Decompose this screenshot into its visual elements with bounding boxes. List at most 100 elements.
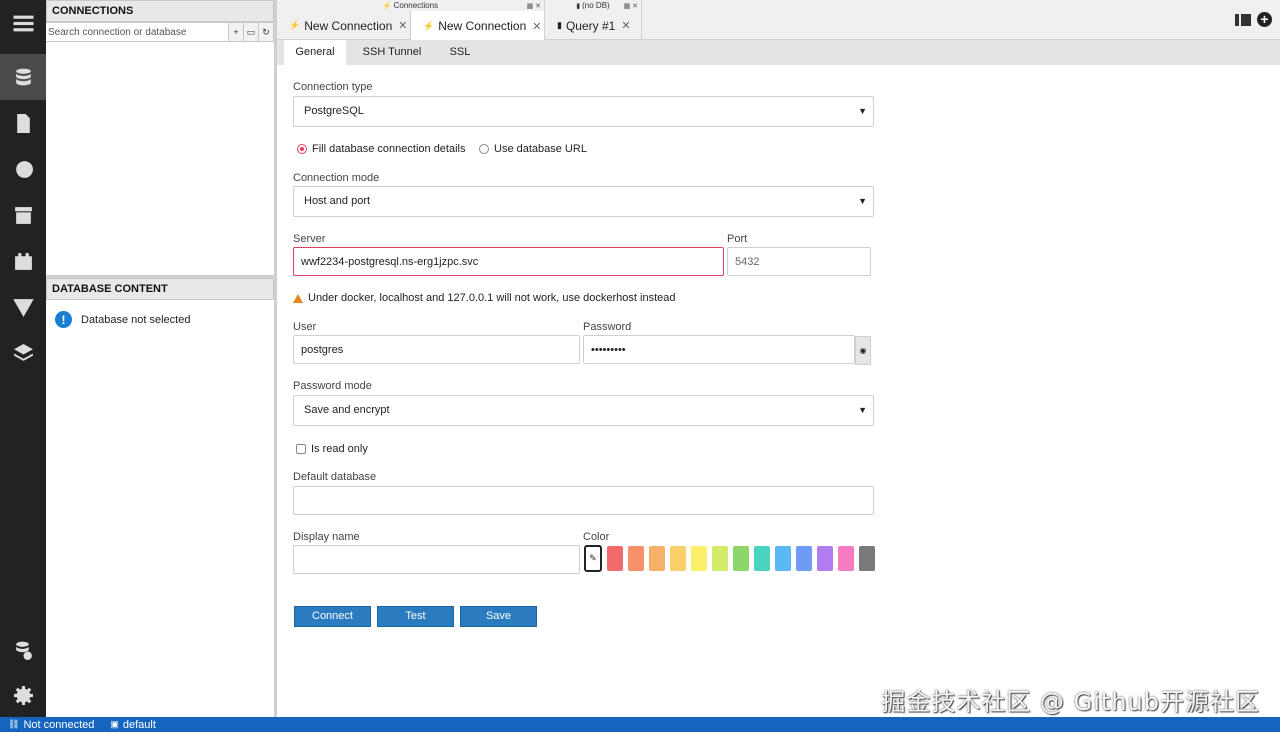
color-swatch-11[interactable] <box>817 546 833 571</box>
color-swatch-6[interactable] <box>712 546 728 571</box>
color-swatch-7[interactable] <box>733 546 749 571</box>
close-icon[interactable]: ✕ <box>532 20 541 33</box>
color-swatch-12[interactable] <box>838 546 854 571</box>
chevron-down-icon: ▼ <box>858 405 867 415</box>
default-database-label: Default database <box>293 471 377 483</box>
status-bar: ⛓ Not connected ▣ default <box>0 717 1280 732</box>
connection-type-label: Connection type <box>293 81 373 93</box>
connection-status-icon: ⛓ <box>8 719 20 729</box>
test-button[interactable]: Test <box>377 606 454 627</box>
user-input[interactable] <box>293 335 580 364</box>
tab-group-label: (no DB) <box>582 1 610 10</box>
tab-ssh-tunnel[interactable]: SSH Tunnel <box>351 40 433 65</box>
warning-icon <box>293 293 303 303</box>
connection-status[interactable]: ⛓ Not connected <box>8 719 94 731</box>
tab-label: Query #1 <box>565 18 616 33</box>
connection-mode-select[interactable]: Host and port ▼ <box>293 186 874 217</box>
read-only-label: Is read only <box>311 443 368 455</box>
archive-icon[interactable] <box>0 192 46 238</box>
server-input[interactable] <box>293 247 724 276</box>
new-folder-icon[interactable]: ▭ <box>244 22 259 42</box>
history-icon[interactable] <box>0 146 46 192</box>
connection-type-select[interactable]: PostgreSQL ▼ <box>293 96 874 127</box>
radio-selected-icon[interactable] <box>297 144 307 154</box>
filter-icon[interactable] <box>0 284 46 330</box>
database-info-text: Database not selected <box>81 313 191 326</box>
plug-icon: ⚡ <box>382 2 392 10</box>
tab-label: New Connection <box>304 18 393 33</box>
connections-list[interactable] <box>46 43 274 275</box>
tab-group-controls-icon[interactable]: ▦ ✕ <box>527 2 541 10</box>
tab-query-1[interactable]: ▮ Query #1 ✕ <box>545 11 642 40</box>
connection-type-value: PostgreSQL <box>304 105 364 117</box>
server-label: Server <box>293 233 326 245</box>
database-content-title: DATABASE CONTENT <box>46 278 274 300</box>
read-only-checkbox[interactable] <box>296 444 306 454</box>
activity-bar <box>0 0 46 717</box>
show-password-eye-icon[interactable]: ◉ <box>855 336 871 365</box>
tab-group-connections[interactable]: ⚡ Connections ▦ ✕ <box>277 0 545 11</box>
color-swatch-13[interactable] <box>859 546 875 571</box>
radio-fill-details[interactable]: Fill database connection details <box>297 143 465 155</box>
tab-group-label: Connections <box>393 1 439 10</box>
radio-database-url[interactable]: Use database URL <box>479 143 587 155</box>
chevron-down-icon: ▼ <box>858 106 867 116</box>
database-status[interactable]: ▣ default <box>110 719 156 731</box>
tab-ssl[interactable]: SSL <box>437 40 483 65</box>
color-swatch-5[interactable] <box>691 546 707 571</box>
color-swatch-3[interactable] <box>649 546 665 571</box>
display-name-input[interactable] <box>293 545 580 574</box>
database-icon[interactable] <box>0 54 46 100</box>
read-only-checkbox-row[interactable]: Is read only <box>296 443 368 455</box>
tab-group-no-db[interactable]: ▮ (no DB) ▦ ✕ <box>545 0 642 11</box>
layers-icon[interactable] <box>0 330 46 376</box>
display-name-label: Display name <box>293 531 360 543</box>
plugins-icon[interactable] <box>0 238 46 284</box>
connection-status-text: Not connected <box>23 718 95 731</box>
tab-general[interactable]: General <box>284 40 346 65</box>
password-mode-select[interactable]: Save and encrypt ▼ <box>293 395 874 426</box>
color-swatch-9[interactable] <box>775 546 791 571</box>
default-database-input[interactable] <box>293 486 874 515</box>
radio-fill-label: Fill database connection details <box>312 143 466 155</box>
settings-gear-icon[interactable] <box>0 672 46 718</box>
color-swatch-1[interactable] <box>607 546 623 571</box>
info-icon: ! <box>55 311 72 328</box>
database-status-icon: ▣ <box>110 719 119 729</box>
color-swatch-8[interactable] <box>754 546 770 571</box>
radio-unselected-icon[interactable] <box>479 144 489 154</box>
file-icon[interactable] <box>0 100 46 146</box>
layout-toggle-icon[interactable] <box>1235 13 1251 26</box>
save-button[interactable]: Save <box>460 606 537 627</box>
database-watch-icon[interactable] <box>0 627 46 673</box>
hamburger-menu-icon[interactable] <box>0 0 46 46</box>
left-panel: CONNECTIONS + ▭ ↻ DATABASE CONTENT ! Dat… <box>46 0 277 717</box>
tab-new-connection-1[interactable]: ⚡ New Connection ✕ <box>277 11 411 40</box>
connect-button[interactable]: Connect <box>294 606 371 627</box>
password-mode-label: Password mode <box>293 380 372 392</box>
tab-new-connection-2[interactable]: ⚡ New Connection ✕ <box>411 11 545 41</box>
color-swatch-4[interactable] <box>670 546 686 571</box>
connection-subtabs: General SSH Tunnel SSL <box>277 40 1280 65</box>
password-label: Password <box>583 321 632 333</box>
color-swatch-10[interactable] <box>796 546 812 571</box>
add-connection-icon[interactable]: + <box>229 22 244 42</box>
connection-mode-value: Host and port <box>304 195 371 207</box>
database-info-message: ! Database not selected <box>55 311 190 328</box>
refresh-icon[interactable]: ↻ <box>259 22 274 42</box>
chevron-down-icon: ▼ <box>858 196 867 206</box>
close-icon[interactable]: ✕ <box>398 19 407 32</box>
color-swatch-2[interactable] <box>628 546 644 571</box>
password-input[interactable] <box>583 335 855 364</box>
port-input[interactable] <box>727 247 871 276</box>
close-icon[interactable]: ✕ <box>621 19 630 32</box>
tab-group-controls-icon[interactable]: ▦ ✕ <box>624 2 638 10</box>
watermark: 掘金技术社区 @ Github开源社区 <box>881 688 1260 716</box>
database-status-text: default <box>122 718 156 731</box>
tab-label: New Connection <box>438 19 527 33</box>
tab-strip: ⚡ Connections ▦ ✕ ▮ (no DB) ▦ ✕ ⚡ New Co… <box>277 0 1280 41</box>
radio-url-label: Use database URL <box>494 143 587 155</box>
add-tab-icon[interactable]: + <box>1257 12 1272 27</box>
no-color-eraser-icon[interactable]: ✎ <box>584 545 602 572</box>
connection-search-input[interactable] <box>46 22 229 42</box>
